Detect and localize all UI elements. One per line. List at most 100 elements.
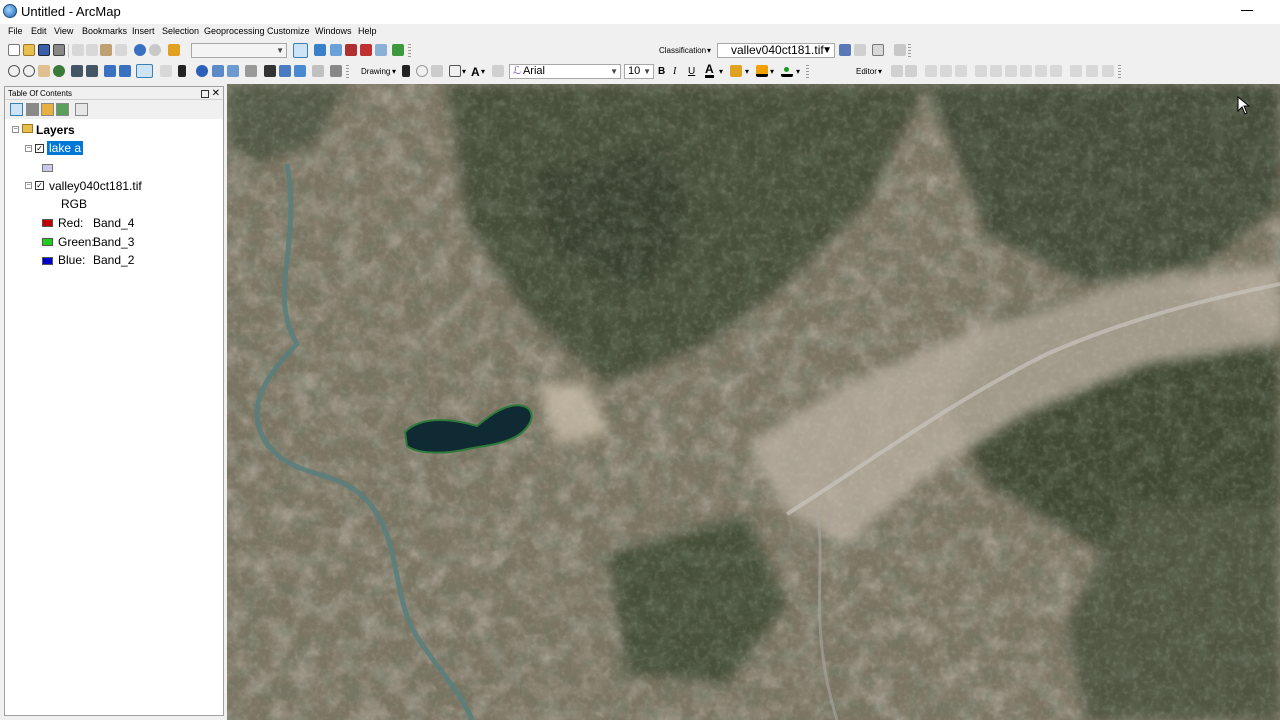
zoom-out-icon[interactable]: [23, 65, 35, 77]
measure-icon[interactable]: [245, 65, 257, 77]
undo-icon[interactable]: [134, 44, 146, 56]
list-by-source-icon[interactable]: [26, 103, 39, 116]
time-slider-icon[interactable]: [312, 65, 324, 77]
text-dropdown-icon[interactable]: ▾: [481, 67, 485, 76]
lake-layer-collapse-icon[interactable]: −: [25, 145, 32, 152]
training-sample-manager-icon[interactable]: [839, 44, 851, 56]
raster-layer-collapse-icon[interactable]: −: [25, 182, 32, 189]
edit-vertices-icon[interactable]: [492, 65, 504, 77]
menu-help[interactable]: Help: [358, 26, 377, 36]
edit-annotation-icon[interactable]: [905, 65, 917, 77]
rectangle-icon[interactable]: [449, 65, 461, 77]
toc-window-icon[interactable]: [314, 44, 326, 56]
classification-label[interactable]: Classification: [659, 46, 706, 55]
print-icon[interactable]: [53, 44, 65, 56]
rotate-tool-icon[interactable]: [990, 65, 1002, 77]
create-features-icon[interactable]: [1102, 65, 1114, 77]
line-color-icon[interactable]: [756, 65, 768, 77]
open-folder-icon[interactable]: [23, 44, 35, 56]
list-by-selection-icon[interactable]: [56, 103, 69, 116]
editor-menu[interactable]: Editor: [856, 67, 877, 76]
auto-hide-pin-icon[interactable]: [201, 90, 209, 98]
lake-symbol-swatch[interactable]: [42, 164, 53, 172]
marker-color-dropdown-icon[interactable]: ▾: [796, 67, 800, 76]
arctoolbox-icon[interactable]: [360, 44, 372, 56]
classification-layer-combo[interactable]: vallev040ct181.tif ▼: [717, 43, 835, 58]
lake-layer-name[interactable]: lake a: [47, 141, 84, 155]
full-extent-icon[interactable]: [53, 65, 65, 77]
minimize-icon[interactable]: [1241, 10, 1253, 11]
font-name-combo[interactable]: ℒ Arial ▼: [509, 64, 621, 79]
paste-icon[interactable]: [100, 44, 112, 56]
underline-button[interactable]: U: [688, 66, 695, 77]
line-color-dropdown-icon[interactable]: ▾: [770, 67, 774, 76]
font-color-button[interactable]: A: [705, 63, 714, 78]
sketch-properties-icon[interactable]: [1086, 65, 1098, 77]
endpoint-arc-icon[interactable]: [940, 65, 952, 77]
menu-customize[interactable]: Customize: [267, 26, 310, 36]
pan-icon[interactable]: [38, 65, 50, 77]
menu-file[interactable]: File: [8, 26, 23, 36]
select-pointer-icon[interactable]: [402, 65, 410, 77]
rectangle-dropdown-icon[interactable]: ▾: [462, 67, 466, 76]
attributes-icon[interactable]: [1070, 65, 1082, 77]
redo-icon[interactable]: [149, 44, 161, 56]
editor-dropdown-icon[interactable]: ▾: [878, 67, 882, 76]
identify-icon[interactable]: [196, 65, 208, 77]
cut-polygons-icon[interactable]: [1005, 65, 1017, 77]
reshape-icon[interactable]: [1020, 65, 1032, 77]
menu-view[interactable]: View: [54, 26, 73, 36]
fixed-zoom-in-icon[interactable]: [71, 65, 83, 77]
font-color-dropdown-icon[interactable]: ▾: [719, 67, 723, 76]
select-features-icon[interactable]: [136, 64, 153, 78]
blue-band-swatch[interactable]: [42, 257, 53, 265]
text-tool-icon[interactable]: A: [471, 65, 480, 79]
menu-geoprocessing[interactable]: Geoprocessing: [204, 26, 265, 36]
zoom-to-selected-icon[interactable]: [431, 65, 443, 77]
straight-segment-icon[interactable]: [925, 65, 937, 77]
fill-color-dropdown-icon[interactable]: ▾: [745, 67, 749, 76]
menu-bookmarks[interactable]: Bookmarks: [82, 26, 127, 36]
find-route-icon[interactable]: [279, 65, 291, 77]
menu-windows[interactable]: Windows: [315, 26, 352, 36]
drawing-menu[interactable]: Drawing: [361, 67, 390, 76]
map-scale-combo[interactable]: ▼: [191, 43, 287, 58]
marker-color-icon[interactable]: [781, 65, 793, 77]
list-by-drawing-order-icon[interactable]: [10, 103, 23, 116]
go-back-icon[interactable]: [104, 65, 116, 77]
map-view[interactable]: [227, 84, 1280, 720]
modelbuilder-icon[interactable]: [392, 44, 404, 56]
add-data-icon[interactable]: [168, 44, 180, 56]
viewer-window-icon[interactable]: [330, 65, 342, 77]
copy-icon[interactable]: [86, 44, 98, 56]
classification-dropdown-icon[interactable]: ▾: [707, 46, 711, 55]
split-tool-icon[interactable]: [975, 65, 987, 77]
new-document-icon[interactable]: [8, 44, 20, 56]
html-popup-icon[interactable]: [227, 65, 239, 77]
edit-tool-icon[interactable]: [891, 65, 903, 77]
go-forward-icon[interactable]: [119, 65, 131, 77]
fixed-zoom-out-icon[interactable]: [86, 65, 98, 77]
list-by-visibility-icon[interactable]: [41, 103, 54, 116]
draw-polygon-icon[interactable]: [872, 44, 884, 56]
clear-selection-icon[interactable]: [160, 65, 172, 77]
classification-tool-icon[interactable]: [894, 44, 906, 56]
zoom-in-icon[interactable]: [8, 65, 20, 77]
create-signature-icon[interactable]: [854, 44, 866, 56]
green-band-swatch[interactable]: [42, 238, 53, 246]
save-icon[interactable]: [38, 44, 50, 56]
split-icon[interactable]: [1035, 65, 1047, 77]
raster-layer-checkbox[interactable]: ✓: [35, 181, 44, 190]
fill-color-icon[interactable]: [730, 65, 742, 77]
layers-root-label[interactable]: Layers: [36, 123, 75, 137]
menu-edit[interactable]: Edit: [31, 26, 47, 36]
editor-toolbar-icon[interactable]: [293, 43, 308, 58]
go-to-xy-icon[interactable]: [294, 65, 306, 77]
catalog-window-icon[interactable]: [330, 44, 342, 56]
drawing-dropdown-icon[interactable]: ▾: [392, 67, 396, 76]
toc-options-icon[interactable]: [75, 103, 88, 116]
find-icon[interactable]: [264, 65, 276, 77]
bold-button[interactable]: B: [658, 66, 665, 77]
edit-vertices-tool-icon[interactable]: [1050, 65, 1062, 77]
red-band-swatch[interactable]: [42, 219, 53, 227]
